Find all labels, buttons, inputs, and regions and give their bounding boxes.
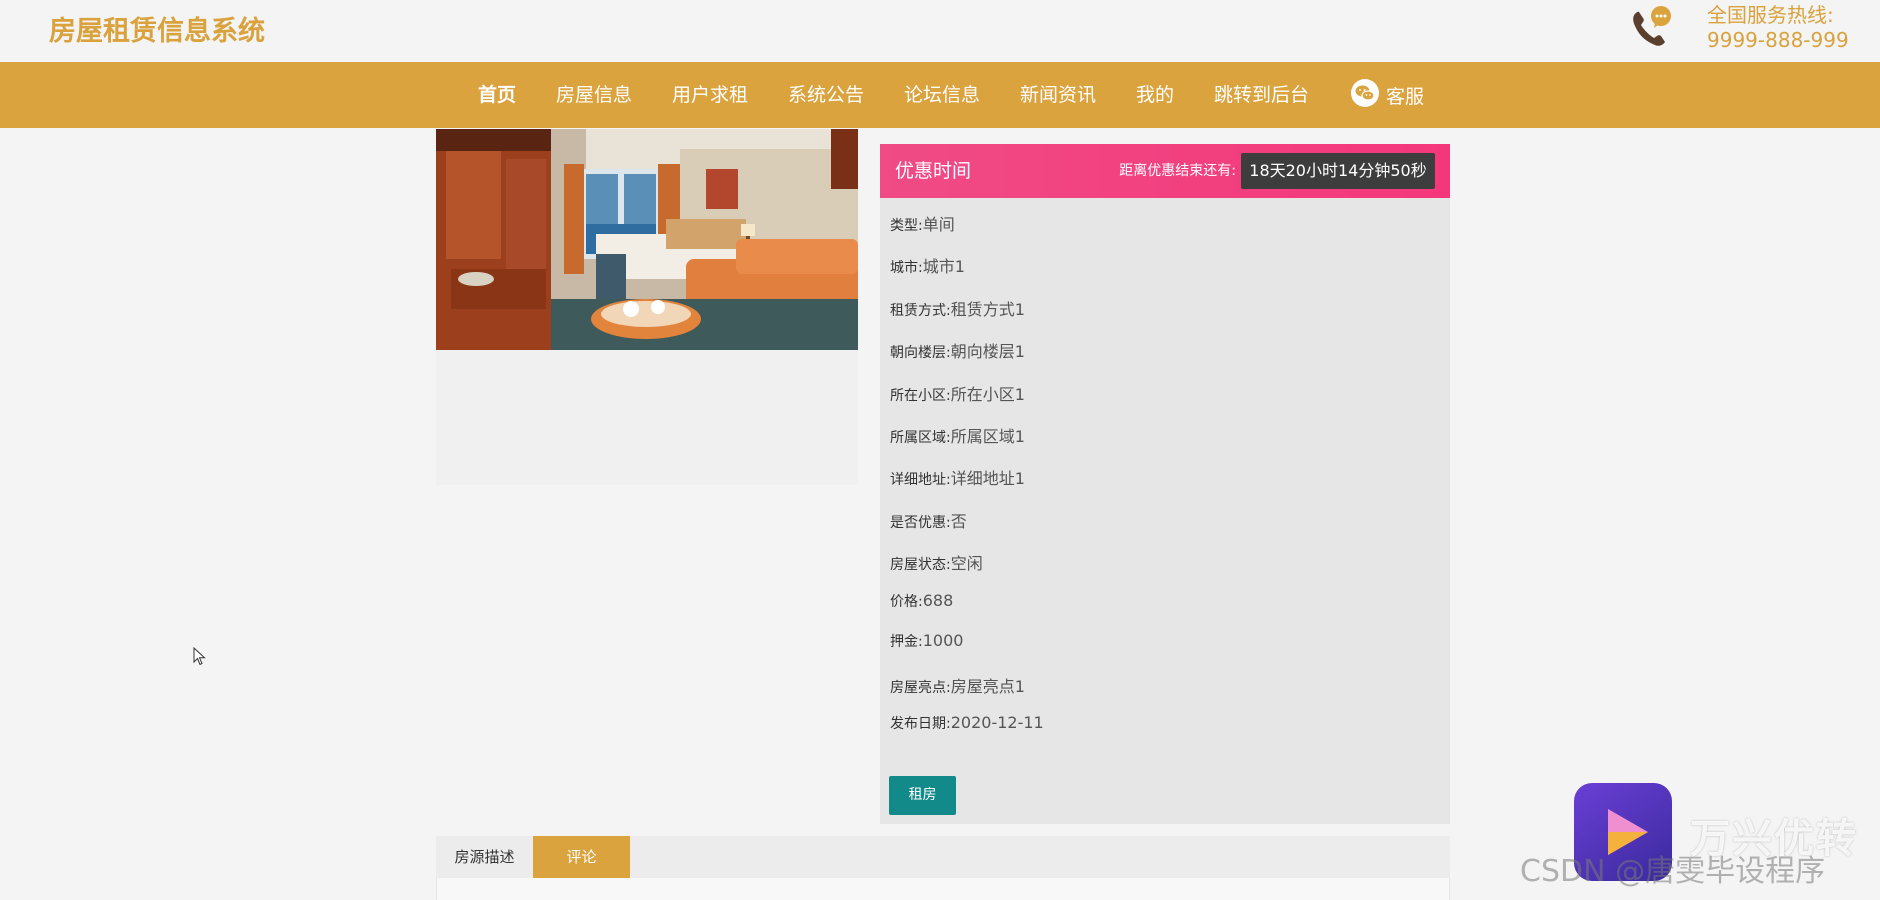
detail-label: 是否优惠: [890, 515, 951, 531]
detail-value: 688 [922, 591, 954, 610]
nav-admin-jump[interactable]: 跳转到后台 [1214, 62, 1309, 128]
tab-house-description[interactable]: 房源描述 [436, 836, 533, 878]
detail-row-status: 房屋状态:空闲 [890, 550, 983, 574]
nav-mine[interactable]: 我的 [1136, 62, 1174, 128]
detail-label: 房屋状态: [890, 557, 951, 573]
detail-label: 房屋亮点: [890, 680, 951, 696]
detail-row-community: 所在小区:所在小区1 [890, 381, 1025, 405]
hotline-number: 9999-888-999 [1707, 28, 1849, 52]
detail-value: 空闲 [950, 554, 983, 573]
detail-row-orientation: 朝向楼层:朝向楼层1 [890, 338, 1025, 362]
nav-customer-service[interactable]: 客服 [1386, 64, 1424, 130]
detail-row-district: 所属区域:所属区域1 [890, 423, 1025, 447]
mouse-cursor-icon [193, 647, 206, 666]
wechat-icon[interactable] [1350, 78, 1380, 108]
detail-label: 城市: [890, 260, 923, 276]
detail-label: 类型: [890, 218, 923, 234]
detail-label: 详细地址: [890, 472, 951, 488]
detail-value: 所在小区1 [950, 385, 1025, 404]
detail-value: 城市1 [922, 257, 965, 276]
detail-row-price: 价格:688 [890, 591, 953, 611]
room-image [436, 129, 858, 350]
detail-row-discount: 是否优惠:否 [890, 508, 967, 532]
detail-value: 否 [950, 512, 967, 531]
detail-row-type: 类型:单间 [890, 211, 955, 235]
detail-value: 所属区域1 [950, 427, 1025, 446]
nav-forum[interactable]: 论坛信息 [904, 62, 980, 128]
detail-tabs: 房源描述 评论 [436, 836, 1450, 878]
watermark-csdn: CSDN @唐雯毕设程序 [1520, 854, 1826, 889]
house-photo[interactable] [436, 129, 858, 350]
detail-label: 租赁方式: [890, 303, 951, 319]
detail-row-rent-mode: 租赁方式:租赁方式1 [890, 296, 1025, 320]
detail-value: 单间 [922, 215, 955, 234]
site-brand[interactable]: 房屋租赁信息系统 [49, 9, 265, 48]
detail-value: 1000 [922, 631, 964, 650]
detail-value: 详细地址1 [950, 469, 1025, 488]
countdown-timer: 18天20小时14分钟50秒 [1241, 153, 1435, 189]
hotline: 全国服务热线: 9999-888-999 [1707, 3, 1849, 53]
nav-system-notice[interactable]: 系统公告 [788, 62, 864, 128]
nav-user-rent-request[interactable]: 用户求租 [672, 62, 748, 128]
nav-house-info[interactable]: 房屋信息 [556, 62, 632, 128]
detail-label: 价格: [890, 594, 923, 610]
detail-label: 朝向楼层: [890, 345, 951, 361]
detail-row-address: 详细地址:详细地址1 [890, 465, 1025, 489]
rent-button[interactable]: 租房 [889, 776, 956, 815]
phone-chat-icon [1633, 6, 1671, 46]
detail-row-highlight: 房屋亮点:房屋亮点1 [890, 673, 1025, 697]
detail-value: 朝向楼层1 [950, 342, 1025, 361]
detail-label: 发布日期: [890, 716, 951, 732]
detail-label: 所属区域: [890, 430, 951, 446]
top-header: 房屋租赁信息系统 全国服务热线: 9999-888-999 [0, 0, 1880, 62]
countdown-label: 距离优惠结束还有: [1119, 163, 1236, 179]
house-detail-panel: 优惠时间 距离优惠结束还有: 18天20小时14分钟50秒 类型:单间 城市:城… [880, 144, 1450, 824]
tab-content [436, 878, 1450, 900]
detail-value: 房屋亮点1 [950, 677, 1025, 696]
detail-label: 押金: [890, 634, 923, 650]
promo-title: 优惠时间 [895, 160, 972, 182]
detail-row-deposit: 押金:1000 [890, 631, 963, 651]
nav-home[interactable]: 首页 [478, 62, 516, 128]
detail-row-city: 城市:城市1 [890, 253, 965, 277]
photo-placeholder [436, 350, 858, 485]
hotline-label: 全国服务热线: [1707, 3, 1834, 27]
detail-row-publish-date: 发布日期:2020-12-11 [890, 713, 1044, 733]
detail-value: 2020-12-11 [950, 713, 1044, 732]
detail-label: 所在小区: [890, 388, 951, 404]
promo-bar: 优惠时间 距离优惠结束还有: 18天20小时14分钟50秒 [880, 144, 1450, 198]
tab-comments[interactable]: 评论 [533, 836, 630, 878]
main-nav: 首页 房屋信息 用户求租 系统公告 论坛信息 新闻资讯 我的 跳转到后台 客服 [0, 62, 1880, 128]
detail-value: 租赁方式1 [950, 300, 1025, 319]
nav-news[interactable]: 新闻资讯 [1020, 62, 1096, 128]
